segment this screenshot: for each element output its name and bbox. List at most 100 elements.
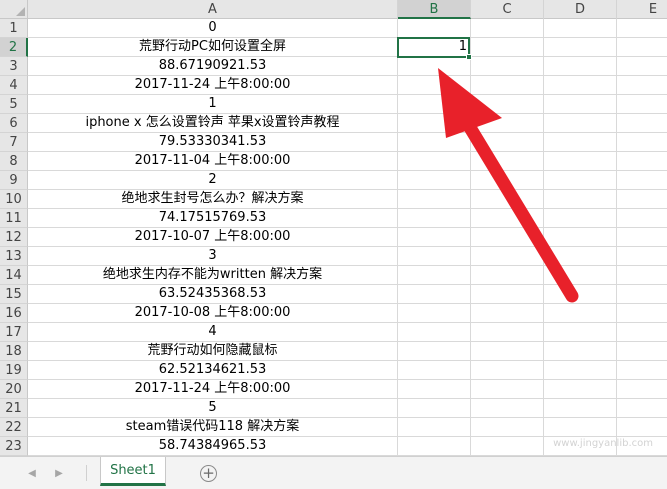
cell-c5[interactable]: [471, 95, 544, 114]
cell-d8[interactable]: [544, 152, 617, 171]
cell-d1[interactable]: [544, 19, 617, 38]
cell-a19[interactable]: 62.52134621.53: [28, 361, 398, 380]
cell-b13[interactable]: [398, 247, 471, 266]
cell-e13[interactable]: [617, 247, 667, 266]
cell-e16[interactable]: [617, 304, 667, 323]
cell-b19[interactable]: [398, 361, 471, 380]
cell-c7[interactable]: [471, 133, 544, 152]
cell-c8[interactable]: [471, 152, 544, 171]
row-header-12[interactable]: 12: [0, 228, 28, 247]
cell-b7[interactable]: [398, 133, 471, 152]
cell-d13[interactable]: [544, 247, 617, 266]
cell-a16[interactable]: 2017-10-08 上午8:00:00: [28, 304, 398, 323]
cell-a11[interactable]: 74.17515769.53: [28, 209, 398, 228]
cell-b17[interactable]: [398, 323, 471, 342]
scroll-tabs-right-icon[interactable]: ▶: [52, 468, 66, 480]
cell-b4[interactable]: [398, 76, 471, 95]
row-header-9[interactable]: 9: [0, 171, 28, 190]
cell-e21[interactable]: [617, 399, 667, 418]
row-header-22[interactable]: 22: [0, 418, 28, 437]
cell-c2[interactable]: [471, 38, 544, 57]
cell-c10[interactable]: [471, 190, 544, 209]
cell-c3[interactable]: [471, 57, 544, 76]
row-header-15[interactable]: 15: [0, 285, 28, 304]
cell-d3[interactable]: [544, 57, 617, 76]
cell-a18[interactable]: 荒野行动如何隐藏鼠标: [28, 342, 398, 361]
row-header-2[interactable]: 2: [0, 38, 28, 57]
cell-a22[interactable]: steam错误代码118 解决方案: [28, 418, 398, 437]
row-header-5[interactable]: 5: [0, 95, 28, 114]
cell-d22[interactable]: [544, 418, 617, 437]
cell-d19[interactable]: [544, 361, 617, 380]
cell-b3[interactable]: [398, 57, 471, 76]
cell-d9[interactable]: [544, 171, 617, 190]
cell-c6[interactable]: [471, 114, 544, 133]
row-header-10[interactable]: 10: [0, 190, 28, 209]
cell-d14[interactable]: [544, 266, 617, 285]
cell-b15[interactable]: [398, 285, 471, 304]
column-header-e[interactable]: E: [617, 0, 667, 19]
cell-b21[interactable]: [398, 399, 471, 418]
cell-e10[interactable]: [617, 190, 667, 209]
cell-d11[interactable]: [544, 209, 617, 228]
cell-e15[interactable]: [617, 285, 667, 304]
cell-c16[interactable]: [471, 304, 544, 323]
cell-d6[interactable]: [544, 114, 617, 133]
row-header-8[interactable]: 8: [0, 152, 28, 171]
cell-c12[interactable]: [471, 228, 544, 247]
cell-e1[interactable]: [617, 19, 667, 38]
cell-a12[interactable]: 2017-10-07 上午8:00:00: [28, 228, 398, 247]
cell-b11[interactable]: [398, 209, 471, 228]
cell-c11[interactable]: [471, 209, 544, 228]
row-header-23[interactable]: 23: [0, 437, 28, 456]
add-sheet-icon[interactable]: +: [200, 465, 217, 482]
column-header-a[interactable]: A: [28, 0, 398, 19]
cell-a6[interactable]: iphone x 怎么设置铃声 苹果x设置铃声教程: [28, 114, 398, 133]
cell-b5[interactable]: [398, 95, 471, 114]
cell-e8[interactable]: [617, 152, 667, 171]
row-header-19[interactable]: 19: [0, 361, 28, 380]
cell-c23[interactable]: [471, 437, 544, 456]
cell-d15[interactable]: [544, 285, 617, 304]
select-all-corner[interactable]: [0, 0, 28, 19]
cell-b16[interactable]: [398, 304, 471, 323]
cell-a2[interactable]: 荒野行动PC如何设置全屏: [28, 38, 398, 57]
cell-b2[interactable]: 1: [398, 38, 471, 57]
cell-d17[interactable]: [544, 323, 617, 342]
row-header-3[interactable]: 3: [0, 57, 28, 76]
column-header-c[interactable]: C: [471, 0, 544, 19]
cell-b10[interactable]: [398, 190, 471, 209]
row-header-11[interactable]: 11: [0, 209, 28, 228]
cell-d21[interactable]: [544, 399, 617, 418]
row-header-13[interactable]: 13: [0, 247, 28, 266]
cell-d4[interactable]: [544, 76, 617, 95]
cell-b9[interactable]: [398, 171, 471, 190]
cell-c20[interactable]: [471, 380, 544, 399]
scroll-tabs-left-icon[interactable]: ◀: [25, 468, 39, 480]
cell-e7[interactable]: [617, 133, 667, 152]
row-header-14[interactable]: 14: [0, 266, 28, 285]
row-header-7[interactable]: 7: [0, 133, 28, 152]
cell-a23[interactable]: 58.74384965.53: [28, 437, 398, 456]
row-header-20[interactable]: 20: [0, 380, 28, 399]
cell-a8[interactable]: 2017-11-04 上午8:00:00: [28, 152, 398, 171]
cell-a10[interactable]: 绝地求生封号怎么办？解决方案: [28, 190, 398, 209]
cell-e2[interactable]: [617, 38, 667, 57]
cell-a13[interactable]: 3: [28, 247, 398, 266]
cell-b14[interactable]: [398, 266, 471, 285]
cell-a21[interactable]: 5: [28, 399, 398, 418]
row-header-16[interactable]: 16: [0, 304, 28, 323]
column-header-d[interactable]: D: [544, 0, 617, 19]
cell-c13[interactable]: [471, 247, 544, 266]
cell-c15[interactable]: [471, 285, 544, 304]
cell-c21[interactable]: [471, 399, 544, 418]
cell-a4[interactable]: 2017-11-24 上午8:00:00: [28, 76, 398, 95]
cell-c9[interactable]: [471, 171, 544, 190]
cell-a1[interactable]: 0: [28, 19, 398, 38]
cell-c17[interactable]: [471, 323, 544, 342]
cell-d18[interactable]: [544, 342, 617, 361]
cell-e5[interactable]: [617, 95, 667, 114]
cell-b1[interactable]: [398, 19, 471, 38]
cell-c1[interactable]: [471, 19, 544, 38]
cell-e17[interactable]: [617, 323, 667, 342]
